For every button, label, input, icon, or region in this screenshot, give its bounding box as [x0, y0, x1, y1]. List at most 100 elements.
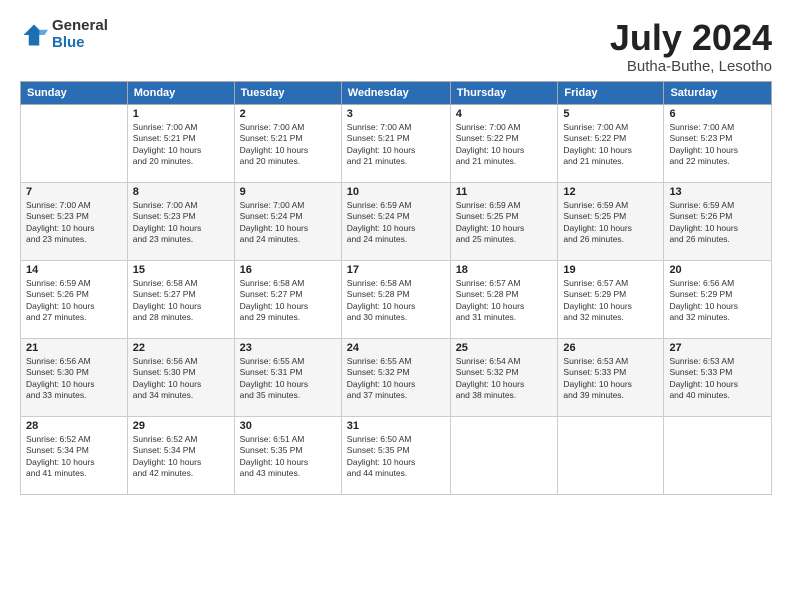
- day-number: 23: [240, 342, 336, 354]
- day-info: Sunrise: 6:58 AMSunset: 5:28 PMDaylight:…: [347, 278, 445, 324]
- logo-icon: [20, 21, 48, 49]
- col-saturday: Saturday: [664, 81, 772, 104]
- col-tuesday: Tuesday: [234, 81, 341, 104]
- day-info: Sunrise: 7:00 AMSunset: 5:21 PMDaylight:…: [347, 122, 445, 168]
- col-friday: Friday: [558, 81, 664, 104]
- day-number: 14: [26, 264, 122, 276]
- calendar-cell: 18Sunrise: 6:57 AMSunset: 5:28 PMDayligh…: [450, 260, 558, 338]
- calendar-cell: 10Sunrise: 6:59 AMSunset: 5:24 PMDayligh…: [341, 182, 450, 260]
- day-info: Sunrise: 7:00 AMSunset: 5:22 PMDaylight:…: [563, 122, 658, 168]
- day-number: 13: [669, 186, 766, 198]
- day-number: 5: [563, 108, 658, 120]
- calendar-cell: 12Sunrise: 6:59 AMSunset: 5:25 PMDayligh…: [558, 182, 664, 260]
- calendar-cell: 25Sunrise: 6:54 AMSunset: 5:32 PMDayligh…: [450, 338, 558, 416]
- day-number: 27: [669, 342, 766, 354]
- calendar-cell: 7 Sunrise: 7:00 AMSunset: 5:23 PMDaylight…: [21, 182, 128, 260]
- calendar-cell: 26 Sunrise: 6:53 AMSunset: 5:33 PMDayligh…: [558, 338, 664, 416]
- day-info: Sunrise: 6:55 AMSunset: 5:32 PMDaylight:…: [347, 356, 445, 402]
- day-info: Sunrise: 6:55 AMSunset: 5:31 PMDaylight:…: [240, 356, 336, 402]
- day-number: 25: [456, 342, 553, 354]
- calendar-cell: 11 Sunrise: 6:59 AMSunset: 5:25 PMDayligh…: [450, 182, 558, 260]
- day-info: Sunrise: 7:00 AMSunset: 5:23 PMDaylight:…: [26, 200, 122, 246]
- title-block: July 2024 Butha-Buthe, Lesotho: [610, 18, 772, 75]
- day-info: Sunrise: 7:00 AMSunset: 5:23 PMDaylight:…: [133, 200, 229, 246]
- calendar-week-3: 21 Sunrise: 6:56 AMSunset: 5:30 PMDayligh…: [21, 338, 772, 416]
- day-info: Sunrise: 7:00 AMSunset: 5:22 PMDaylight:…: [456, 122, 553, 168]
- calendar-cell: 24 Sunrise: 6:55 AMSunset: 5:32 PMDayligh…: [341, 338, 450, 416]
- calendar-cell: 6 Sunrise: 7:00 AMSunset: 5:23 PMDaylight…: [664, 104, 772, 182]
- day-number: 8: [133, 186, 229, 198]
- calendar: Sunday Monday Tuesday Wednesday Thursday…: [20, 81, 772, 495]
- day-number: 21: [26, 342, 122, 354]
- day-info: Sunrise: 6:59 AMSunset: 5:26 PMDaylight:…: [669, 200, 766, 246]
- logo: General Blue: [20, 18, 108, 51]
- header: General Blue July 2024 Butha-Buthe, Leso…: [20, 18, 772, 75]
- day-info: Sunrise: 7:00 AMSunset: 5:21 PMDaylight:…: [133, 122, 229, 168]
- day-number: 11: [456, 186, 553, 198]
- month-year: July 2024: [610, 18, 772, 58]
- day-number: 19: [563, 264, 658, 276]
- calendar-cell: 5 Sunrise: 7:00 AMSunset: 5:22 PMDaylight…: [558, 104, 664, 182]
- page: General Blue July 2024 Butha-Buthe, Leso…: [0, 0, 792, 505]
- logo-general-text: General: [52, 18, 108, 35]
- day-info: Sunrise: 6:56 AMSunset: 5:29 PMDaylight:…: [669, 278, 766, 324]
- day-number: 2: [240, 108, 336, 120]
- calendar-cell: [664, 416, 772, 494]
- calendar-cell: 22Sunrise: 6:56 AMSunset: 5:30 PMDayligh…: [127, 338, 234, 416]
- day-number: 6: [669, 108, 766, 120]
- day-info: Sunrise: 6:53 AMSunset: 5:33 PMDaylight:…: [669, 356, 766, 402]
- day-info: Sunrise: 6:50 AMSunset: 5:35 PMDaylight:…: [347, 434, 445, 480]
- calendar-cell: 23 Sunrise: 6:55 AMSunset: 5:31 PMDayligh…: [234, 338, 341, 416]
- day-number: 4: [456, 108, 553, 120]
- col-monday: Monday: [127, 81, 234, 104]
- calendar-cell: 27 Sunrise: 6:53 AMSunset: 5:33 PMDayligh…: [664, 338, 772, 416]
- day-info: Sunrise: 6:59 AMSunset: 5:26 PMDaylight:…: [26, 278, 122, 324]
- calendar-week-4: 28 Sunrise: 6:52 AMSunset: 5:34 PMDayligh…: [21, 416, 772, 494]
- day-number: 22: [133, 342, 229, 354]
- calendar-cell: 14 Sunrise: 6:59 AMSunset: 5:26 PMDayligh…: [21, 260, 128, 338]
- day-number: 30: [240, 420, 336, 432]
- day-info: Sunrise: 6:56 AMSunset: 5:30 PMDaylight:…: [26, 356, 122, 402]
- day-number: 26: [563, 342, 658, 354]
- calendar-cell: 29Sunrise: 6:52 AMSunset: 5:34 PMDayligh…: [127, 416, 234, 494]
- calendar-cell: 20 Sunrise: 6:56 AMSunset: 5:29 PMDayligh…: [664, 260, 772, 338]
- col-thursday: Thursday: [450, 81, 558, 104]
- day-number: 3: [347, 108, 445, 120]
- day-info: Sunrise: 7:00 AMSunset: 5:24 PMDaylight:…: [240, 200, 336, 246]
- day-number: 24: [347, 342, 445, 354]
- day-number: 9: [240, 186, 336, 198]
- calendar-cell: 8 Sunrise: 7:00 AMSunset: 5:23 PMDaylight…: [127, 182, 234, 260]
- day-number: 28: [26, 420, 122, 432]
- calendar-cell: 3 Sunrise: 7:00 AMSunset: 5:21 PMDaylight…: [341, 104, 450, 182]
- calendar-body: 1 Sunrise: 7:00 AMSunset: 5:21 PMDaylight…: [21, 104, 772, 494]
- calendar-cell: 15Sunrise: 6:58 AMSunset: 5:27 PMDayligh…: [127, 260, 234, 338]
- day-info: Sunrise: 6:58 AMSunset: 5:27 PMDaylight:…: [240, 278, 336, 324]
- calendar-cell: 21 Sunrise: 6:56 AMSunset: 5:30 PMDayligh…: [21, 338, 128, 416]
- calendar-week-0: 1 Sunrise: 7:00 AMSunset: 5:21 PMDaylight…: [21, 104, 772, 182]
- day-info: Sunrise: 6:52 AMSunset: 5:34 PMDaylight:…: [133, 434, 229, 480]
- calendar-cell: 17 Sunrise: 6:58 AMSunset: 5:28 PMDayligh…: [341, 260, 450, 338]
- location: Butha-Buthe, Lesotho: [610, 58, 772, 75]
- logo-text: General Blue: [52, 18, 108, 51]
- day-number: 1: [133, 108, 229, 120]
- day-number: 31: [347, 420, 445, 432]
- day-number: 12: [563, 186, 658, 198]
- calendar-cell: 9 Sunrise: 7:00 AMSunset: 5:24 PMDaylight…: [234, 182, 341, 260]
- calendar-week-2: 14 Sunrise: 6:59 AMSunset: 5:26 PMDayligh…: [21, 260, 772, 338]
- day-info: Sunrise: 6:59 AMSunset: 5:25 PMDaylight:…: [456, 200, 553, 246]
- day-info: Sunrise: 6:57 AMSunset: 5:28 PMDaylight:…: [456, 278, 553, 324]
- day-number: 7: [26, 186, 122, 198]
- day-info: Sunrise: 6:53 AMSunset: 5:33 PMDaylight:…: [563, 356, 658, 402]
- day-number: 17: [347, 264, 445, 276]
- day-info: Sunrise: 6:52 AMSunset: 5:34 PMDaylight:…: [26, 434, 122, 480]
- day-number: 20: [669, 264, 766, 276]
- day-info: Sunrise: 7:00 AMSunset: 5:23 PMDaylight:…: [669, 122, 766, 168]
- calendar-cell: 31 Sunrise: 6:50 AMSunset: 5:35 PMDayligh…: [341, 416, 450, 494]
- calendar-cell: [450, 416, 558, 494]
- calendar-cell: 4 Sunrise: 7:00 AMSunset: 5:22 PMDaylight…: [450, 104, 558, 182]
- day-info: Sunrise: 7:00 AMSunset: 5:21 PMDaylight:…: [240, 122, 336, 168]
- calendar-cell: 28 Sunrise: 6:52 AMSunset: 5:34 PMDayligh…: [21, 416, 128, 494]
- day-info: Sunrise: 6:58 AMSunset: 5:27 PMDaylight:…: [133, 278, 229, 324]
- day-number: 16: [240, 264, 336, 276]
- calendar-cell: 16 Sunrise: 6:58 AMSunset: 5:27 PMDayligh…: [234, 260, 341, 338]
